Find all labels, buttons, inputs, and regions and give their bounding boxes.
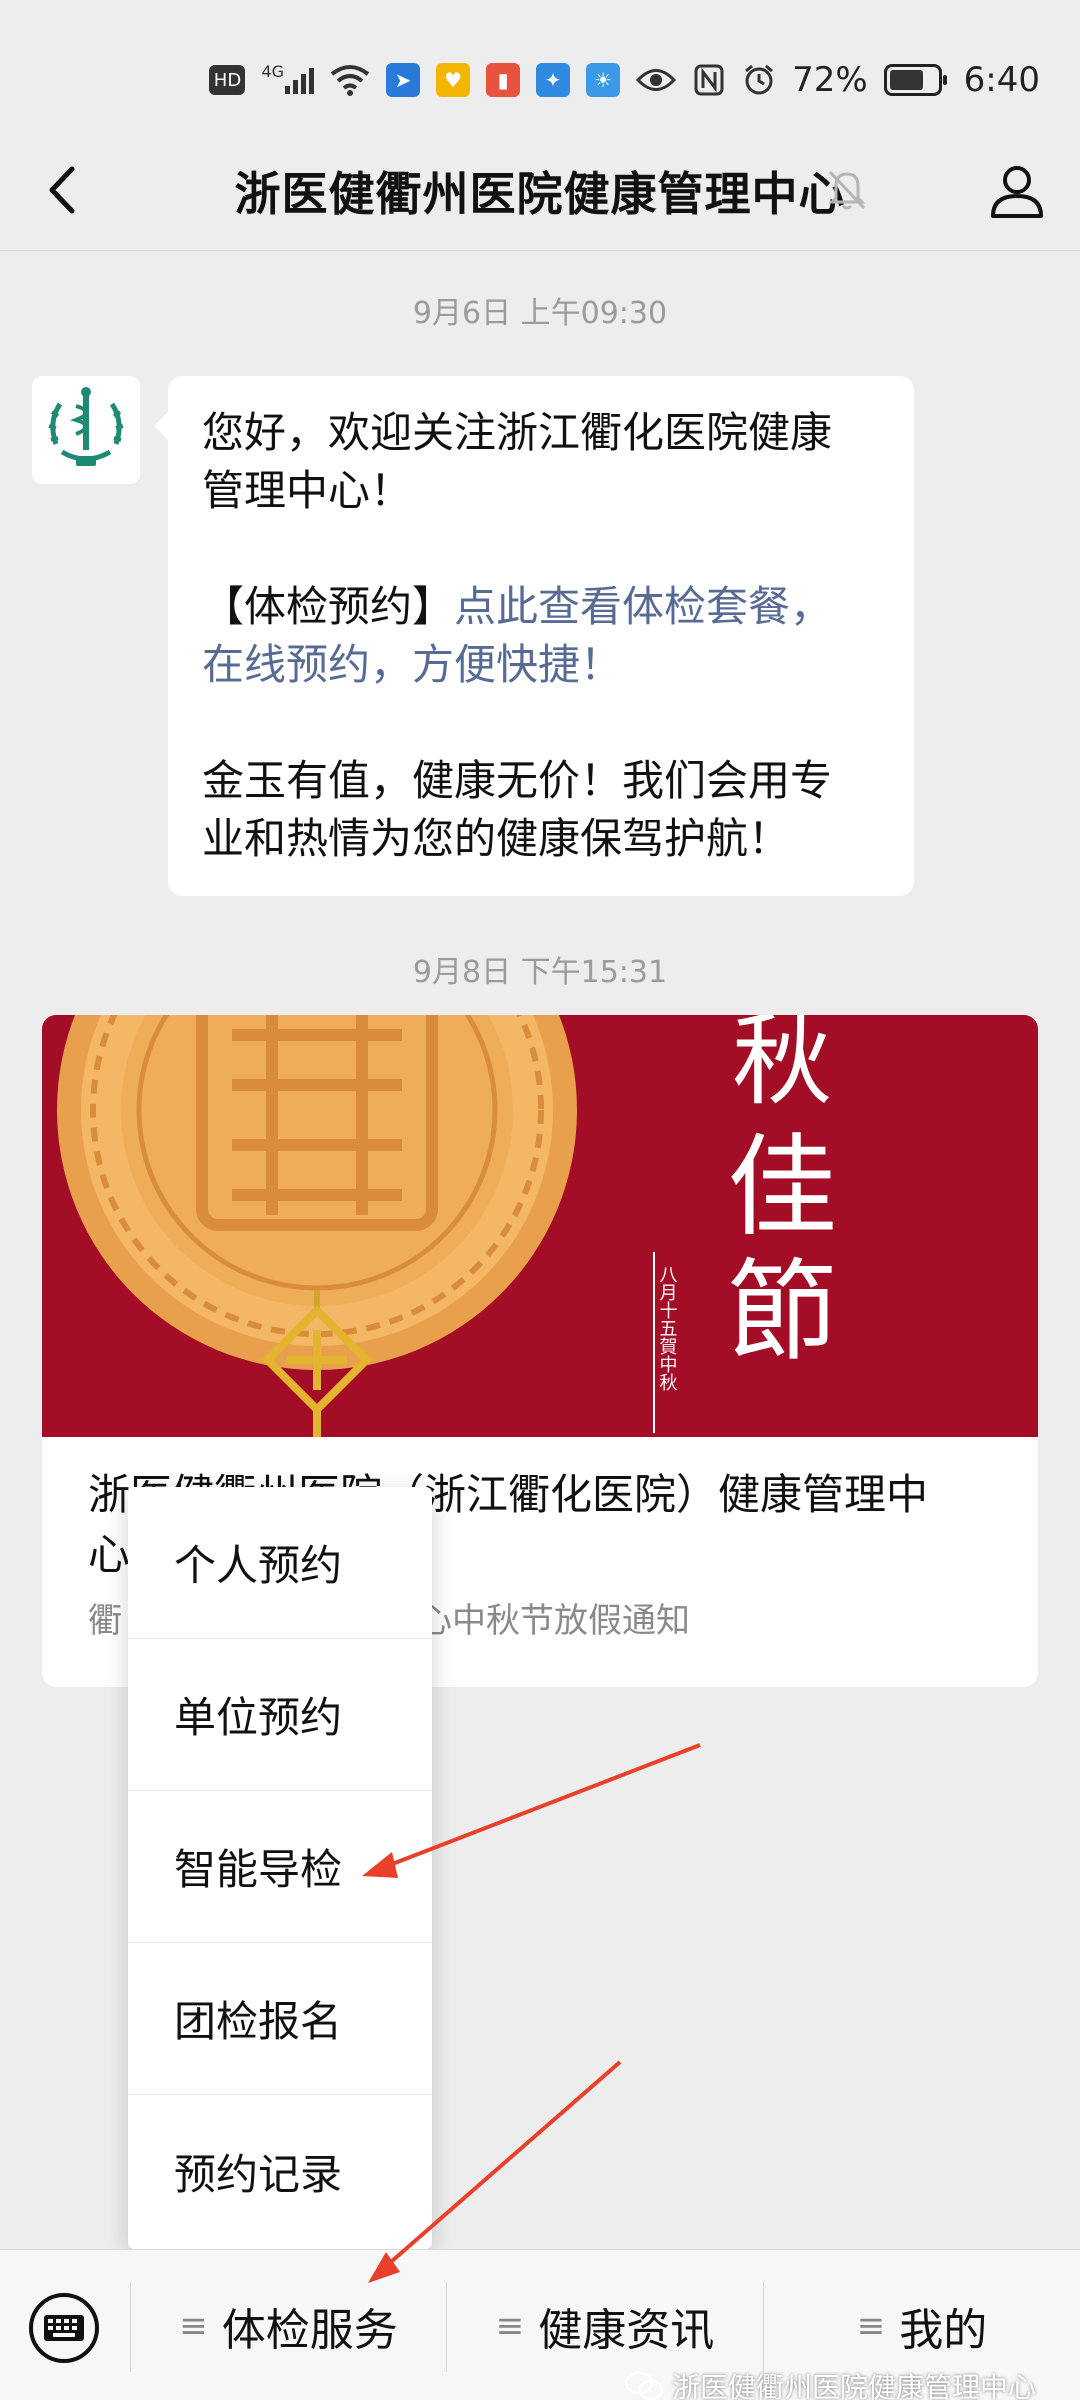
chat-header: 浙医健衢州医院健康管理中心 (0, 130, 1080, 250)
page-title: 浙医健衢州医院健康管理中心 (234, 167, 846, 221)
menu-item-smart-guide[interactable]: 智能导检 (128, 1791, 432, 1943)
app-notification-icon: ♥ (436, 63, 471, 97)
weather-icon: ☀ (586, 63, 621, 97)
battery-percent: 72% (792, 60, 868, 100)
wifi-icon (330, 60, 370, 100)
article-banner-image: 秋 佳 節 八月十五賀中秋 (42, 1015, 1038, 1437)
menu-lines-icon: ≡ (495, 2305, 525, 2346)
menu-lines-icon: ≡ (179, 2305, 208, 2346)
menu-item-company-booking[interactable]: 单位预约 (128, 1639, 432, 1791)
app-notification-icon: ➤ (386, 63, 421, 97)
person-icon (991, 166, 1043, 218)
account-avatar[interactable] (32, 376, 140, 484)
tab-label: 体检服务 (221, 2304, 398, 2356)
welcome-message-bubble: 您好，欢迎关注浙江衢化医院健康 管理中心！ 【体检预约】点此查看体检套餐， 在线预约… (154, 376, 914, 896)
booking-bracket-label: 【体检预约】 (202, 582, 455, 631)
keyboard-icon (29, 2293, 99, 2363)
banner-calligraphy: 節 (727, 1248, 837, 1376)
status-icons: HD 4G ➤ ♥ ▮ ✦ ☀ 72% 6:40 (209, 56, 1040, 104)
message-timestamp: 9月8日 下午15:31 (412, 955, 668, 990)
clock: 6:40 (963, 60, 1040, 100)
booking-text: 【体检预约】点此查看体检套餐， 在线预约，方便快捷！ (202, 578, 882, 694)
app-notification-icon: ✦ (536, 63, 571, 97)
app-notification-icon: ▮ (486, 63, 521, 97)
alarm-icon (742, 60, 776, 100)
header-divider (0, 250, 1080, 251)
signal-icon: 4G (261, 60, 315, 100)
package-link-continued[interactable]: 在线预约，方便快捷！ (202, 640, 622, 689)
battery-level (889, 70, 923, 90)
hd-icon: HD (209, 65, 246, 95)
hospital-logo-icon (48, 387, 124, 466)
nfc-icon (692, 60, 726, 100)
battery-icon (883, 64, 947, 96)
welcome-text: 您好，欢迎关注浙江衢化医院健康 管理中心！ (202, 408, 833, 515)
tab-exam-services[interactable]: ≡ 体检服务 (131, 2250, 446, 2400)
keyboard-toggle-button[interactable] (26, 2290, 102, 2366)
banner-small-text: 八月十五賀中秋 (657, 1265, 678, 1391)
service-popup-menu: 个人预约 单位预约 智能导检 团检报名 预约记录 (128, 1487, 432, 2249)
slogan-text: 金玉有值，健康无价！我们会用专 业和热情为您的健康保驾护航！ (202, 756, 833, 863)
tab-label: 我的 (899, 2304, 988, 2356)
wechat-icon (624, 2371, 664, 2400)
profile-button[interactable] (982, 156, 1052, 226)
status-bar: HD 4G ➤ ♥ ▮ ✦ ☀ 72% 6:40 (0, 0, 1080, 150)
tab-label: 健康资讯 (538, 2304, 715, 2356)
menu-lines-icon: ≡ (856, 2305, 886, 2346)
bell-off-icon (828, 170, 866, 210)
banner-calligraphy: 秋 (732, 1015, 832, 1119)
menu-item-group-signup[interactable]: 团检报名 (128, 1943, 432, 2095)
package-link[interactable]: 点此查看体检套餐， (454, 582, 832, 631)
eye-icon (636, 60, 677, 100)
watermark: 浙医健衢州医院健康管理中心 (624, 2366, 1036, 2400)
menu-item-booking-history[interactable]: 预约记录 (128, 2095, 432, 2247)
message-timestamp: 9月6日 上午09:30 (412, 296, 668, 331)
banner-calligraphy: 佳 (727, 1123, 837, 1251)
menu-item-personal-booking[interactable]: 个人预约 (128, 1487, 432, 1639)
network-label: 4G (261, 62, 285, 81)
